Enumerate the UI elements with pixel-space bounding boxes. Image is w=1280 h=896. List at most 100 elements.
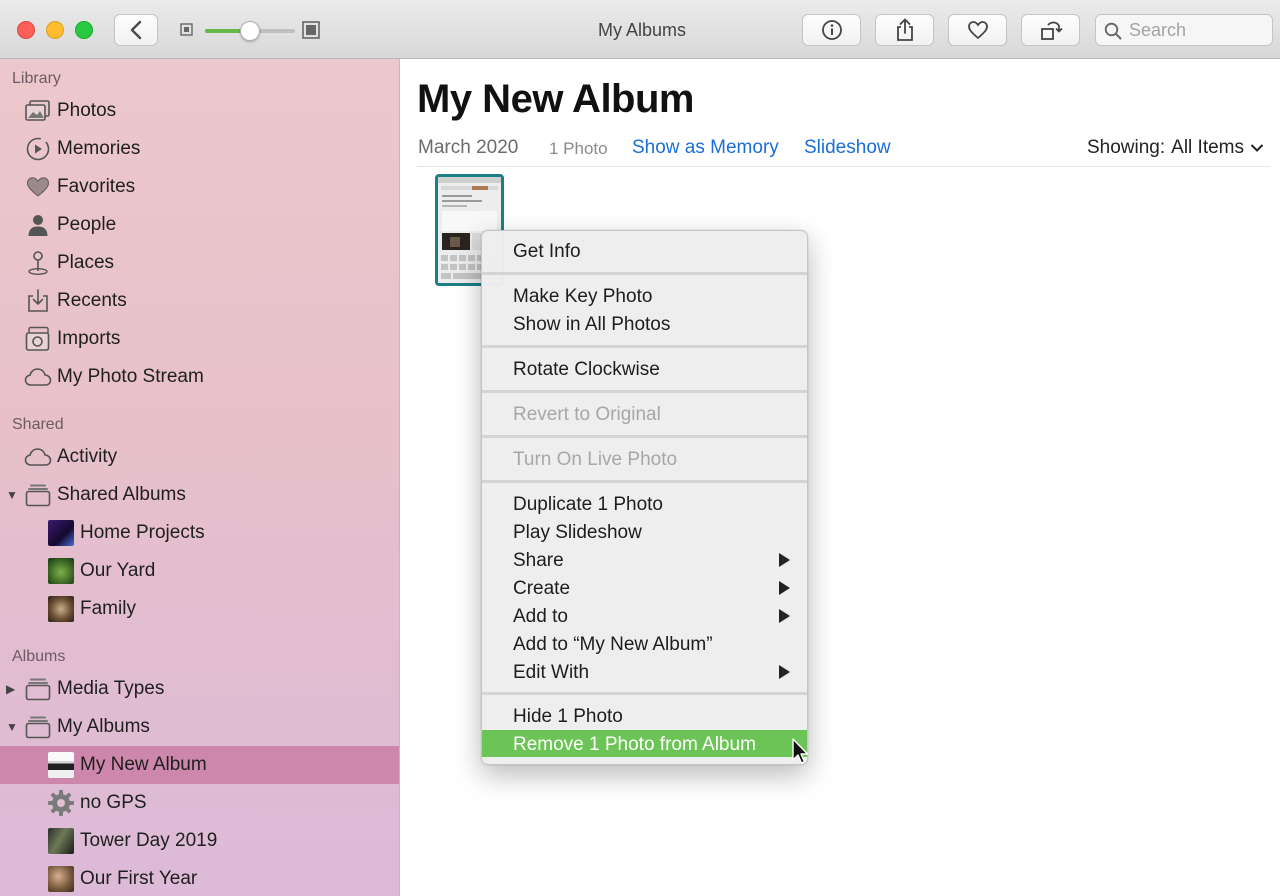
back-button[interactable] [114, 14, 158, 46]
rotate-icon [1040, 21, 1063, 40]
slideshow-link[interactable]: Slideshow [804, 137, 891, 159]
favorite-button[interactable] [948, 14, 1007, 46]
menu-item-label: Get Info [513, 241, 581, 262]
disclosure-open-icon[interactable]: ▼ [6, 488, 18, 502]
zoom-slider-knob[interactable] [240, 21, 260, 41]
page-title: My New Album [417, 77, 695, 121]
sidebar-item-places[interactable]: Places [0, 244, 399, 282]
zoom-window-button[interactable] [75, 21, 93, 39]
sidebar-item-label: My New Album [80, 754, 207, 775]
photos-icon [24, 97, 52, 125]
mouse-cursor-icon [792, 738, 809, 764]
sidebar-item-label: Our Yard [80, 560, 156, 581]
album-thumbnail [48, 828, 74, 854]
menu-item-label: Rotate Clockwise [513, 359, 660, 380]
sidebar-item-my-new-album[interactable]: My New Album [0, 746, 399, 784]
showing-filter[interactable]: Showing: All Items [1087, 137, 1264, 159]
sidebar-item-no-gps[interactable]: no GPS [0, 784, 399, 822]
sidebar-item-shared-albums[interactable]: ▼ Shared Albums [0, 476, 399, 514]
minimize-window-button[interactable] [46, 21, 64, 39]
menu-item-get-info[interactable]: Get Info [482, 237, 807, 264]
menu-item-hide-photo[interactable]: Hide 1 Photo [482, 702, 807, 729]
menu-item-label: Duplicate 1 Photo [513, 494, 663, 515]
menu-item-rotate-clockwise[interactable]: Rotate Clockwise [482, 355, 807, 382]
sidebar-item-label: Recents [57, 290, 127, 311]
window-title: My Albums [597, 20, 687, 40]
sidebar-item-tower-day-2019[interactable]: Tower Day 2019 [0, 822, 399, 860]
sidebar-item-people[interactable]: People [0, 206, 399, 244]
sidebar-item-my-albums[interactable]: ▼ My Albums [0, 708, 399, 746]
menu-item-label: Revert to Original [513, 404, 661, 425]
share-icon [896, 18, 913, 41]
disclosure-open-icon[interactable]: ▼ [6, 720, 18, 734]
menu-item-label: Edit With [513, 662, 590, 683]
menu-item-show-in-all-photos[interactable]: Show in All Photos [482, 310, 807, 337]
disclosure-closed-icon[interactable]: ▶ [6, 682, 15, 696]
sidebar-item-label: Tower Day 2019 [80, 830, 218, 851]
section-header-albums: Albums [12, 648, 66, 665]
large-thumbnail-icon[interactable] [302, 21, 320, 39]
menu-item-label: Turn On Live Photo [513, 449, 678, 470]
menu-separator [482, 272, 807, 275]
section-header-library: Library [12, 70, 61, 87]
sidebar-item-our-yard[interactable]: Our Yard [0, 552, 399, 590]
sidebar-item-favorites[interactable]: Favorites [0, 168, 399, 206]
sidebar-item-label: Shared Albums [57, 484, 186, 505]
menu-item-label: Create [513, 578, 571, 599]
menu-item-share[interactable]: Share [482, 546, 807, 573]
info-icon [821, 20, 842, 40]
recents-icon [24, 287, 52, 315]
small-thumbnail-icon[interactable] [180, 23, 193, 37]
sidebar-item-home-projects[interactable]: Home Projects [0, 514, 399, 552]
camera-icon [24, 325, 52, 353]
sidebar-item-label: Favorites [57, 176, 136, 197]
divider [417, 166, 1270, 167]
sidebar-item-label: Memories [57, 138, 141, 159]
menu-separator [482, 390, 807, 393]
sidebar-item-imports[interactable]: Imports [0, 320, 399, 358]
heart-icon [967, 21, 988, 40]
menu-item-play-slideshow[interactable]: Play Slideshow [482, 518, 807, 545]
menu-item-remove-from-album[interactable]: Remove 1 Photo from Album [482, 730, 807, 757]
close-window-button[interactable] [17, 21, 35, 39]
context-menu: Get Info Make Key Photo Show in All Phot… [481, 230, 808, 765]
showing-value: All Items [1171, 137, 1244, 158]
sidebar-item-family[interactable]: Family [0, 590, 399, 628]
menu-item-duplicate-photo[interactable]: Duplicate 1 Photo [482, 490, 807, 517]
menu-item-edit-with[interactable]: Edit With [482, 658, 807, 685]
menu-item-label: Share [513, 550, 564, 571]
menu-item-label: Add to “My New Album” [513, 634, 713, 655]
sidebar-item-my-photo-stream[interactable]: My Photo Stream [0, 358, 399, 396]
sidebar-item-our-first-year[interactable]: Our First Year [0, 860, 399, 896]
show-as-memory-link[interactable]: Show as Memory [632, 137, 779, 159]
photo-count: 1 Photo [549, 139, 608, 158]
submenu-arrow-icon [779, 581, 790, 595]
pin-icon [24, 249, 52, 277]
sidebar-item-label: Places [57, 252, 115, 273]
sidebar-item-media-types[interactable]: ▶ Media Types [0, 670, 399, 708]
section-header-shared: Shared [12, 416, 64, 433]
menu-item-label: Play Slideshow [513, 522, 642, 543]
menu-item-make-key-photo[interactable]: Make Key Photo [482, 282, 807, 309]
menu-item-create[interactable]: Create [482, 574, 807, 601]
submenu-arrow-icon [779, 553, 790, 567]
search-input[interactable] [1129, 19, 1267, 41]
sidebar-item-label: My Albums [57, 716, 150, 737]
sidebar-item-photos[interactable]: Photos [0, 92, 399, 130]
sidebar-item-label: Home Projects [80, 522, 205, 543]
submenu-arrow-icon [779, 665, 790, 679]
sidebar-item-label: Imports [57, 328, 121, 349]
sidebar-item-activity[interactable]: Activity [0, 438, 399, 476]
menu-item-label: Make Key Photo [513, 286, 653, 307]
menu-item-revert-to-original: Revert to Original [482, 400, 807, 427]
sidebar-item-memories[interactable]: Memories [0, 130, 399, 168]
menu-item-add-to[interactable]: Add to [482, 602, 807, 629]
info-button[interactable] [802, 14, 861, 46]
sidebar-item-recents[interactable]: Recents [0, 282, 399, 320]
rotate-button[interactable] [1021, 14, 1080, 46]
share-button[interactable] [875, 14, 934, 46]
sidebar-item-label: no GPS [80, 792, 147, 813]
album-thumbnail [48, 596, 74, 622]
menu-item-add-to-my-new-album[interactable]: Add to “My New Album” [482, 630, 807, 657]
search-field[interactable] [1095, 14, 1273, 46]
